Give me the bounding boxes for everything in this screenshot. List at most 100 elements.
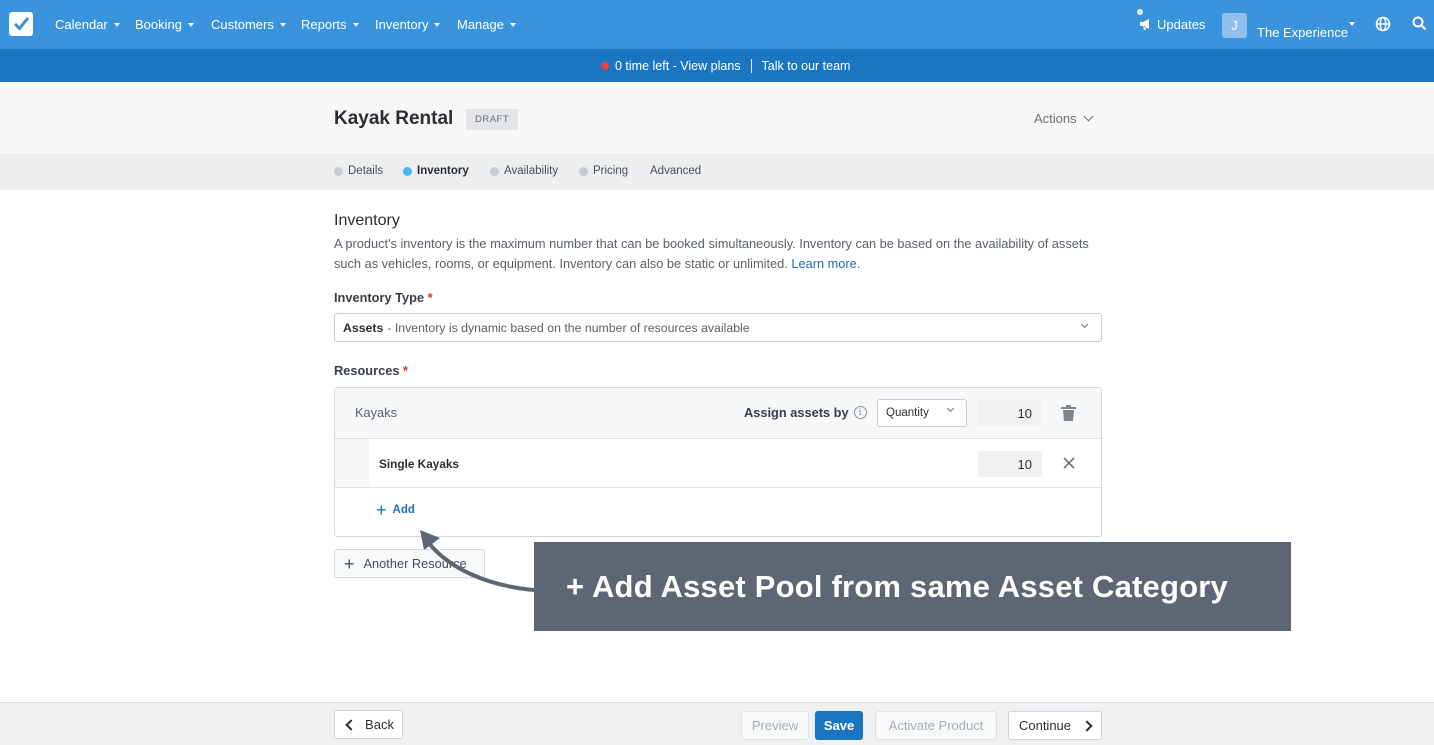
assign-select-value: Quantity [886, 407, 929, 419]
continue-label: Continue [1018, 718, 1072, 733]
section-description: A product's inventory is the maximum num… [334, 236, 1089, 271]
plus-icon: + [344, 553, 355, 574]
sub-resource-name: Single Kayaks [379, 457, 459, 471]
select-value-rest: - Inventory is dynamic based on the numb… [387, 320, 750, 335]
resource-name: Kayaks [355, 405, 397, 420]
avatar[interactable]: J [1222, 13, 1247, 38]
nav-label: Customers [211, 17, 274, 32]
tab-label: Pricing [593, 165, 629, 177]
status-badge: DRAFT [466, 109, 519, 130]
nav-calendar[interactable]: Calendar [55, 17, 120, 32]
tab-label: Inventory [417, 165, 469, 177]
inventory-type-label: Inventory Type * [334, 290, 433, 305]
info-icon[interactable]: i [853, 406, 867, 419]
label-text: Inventory Type [334, 290, 425, 305]
nav-label: Inventory [375, 17, 429, 32]
nav-manage[interactable]: Manage [457, 17, 516, 32]
total-quantity-input[interactable]: 10 [978, 400, 1042, 426]
step-status-dot-icon [403, 166, 412, 176]
actions-dropdown[interactable]: Actions [1034, 111, 1094, 126]
account-caret-down-icon[interactable] [1349, 22, 1355, 26]
activate-product-button[interactable]: Activate Product [875, 711, 997, 740]
back-button[interactable]: Back [334, 710, 403, 739]
nav-customers[interactable]: Customers [211, 17, 286, 32]
actions-label: Actions [1034, 111, 1077, 126]
caret-down-icon [113, 22, 120, 27]
plus-icon: + [376, 500, 387, 520]
caret-down-icon [434, 22, 441, 27]
add-label: Add [392, 504, 415, 516]
nav-label: Manage [457, 17, 504, 32]
talk-to-team-link[interactable]: Talk to our team [762, 59, 851, 73]
list-item: Single Kayaks 10 [335, 439, 1101, 488]
select-value-strong: Assets [343, 320, 384, 335]
updates-notification-dot [1137, 9, 1143, 15]
annotation-callout: + Add Asset Pool from same Asset Categor… [534, 542, 1291, 631]
trash-icon[interactable] [1060, 404, 1077, 422]
chevron-down-icon [1080, 320, 1089, 329]
divider [750, 59, 752, 73]
step-status-dot-icon [490, 166, 499, 176]
alert-dot-icon [601, 62, 609, 70]
tab-label: Availability [504, 165, 559, 177]
nav-inventory[interactable]: Inventory [375, 17, 441, 32]
app-logo-checkmark-icon[interactable] [9, 12, 33, 36]
section-title: Inventory [334, 212, 400, 229]
updates-label: Updates [1157, 17, 1206, 32]
assign-by-select[interactable]: Quantity [877, 399, 967, 427]
product-header: Kayak Rental DRAFT Actions [0, 82, 1434, 154]
updates-button[interactable]: Updates [1139, 17, 1205, 32]
chevron-down-icon [1083, 111, 1094, 122]
add-button[interactable]: + Add [376, 500, 415, 520]
chevron-right-icon [1081, 719, 1093, 732]
globe-icon[interactable] [1375, 16, 1391, 32]
tab-pricing[interactable]: Pricing [579, 165, 628, 177]
caret-down-icon [352, 22, 359, 27]
required-mark: * [403, 363, 408, 378]
megaphone-icon [1140, 19, 1149, 30]
chevron-left-icon [345, 718, 357, 731]
chevron-down-icon [946, 404, 955, 413]
back-label: Back [365, 717, 394, 732]
caret-down-icon [509, 22, 516, 27]
top-navbar: Calendar Booking Customers Reports Inven… [0, 0, 1434, 49]
nav-label: Calendar [55, 17, 108, 32]
footer-bar: Back Preview Save Activate Product Conti… [0, 702, 1434, 745]
nav-label: Booking [135, 17, 182, 32]
required-mark: * [427, 290, 433, 305]
product-tabs: Details Inventory Availability Pricing A… [0, 154, 1434, 190]
assign-label-text: Assign assets by [744, 405, 849, 420]
tab-advanced[interactable]: Advanced [650, 165, 701, 177]
nav-reports[interactable]: Reports [301, 17, 359, 32]
nav-booking[interactable]: Booking [135, 17, 194, 32]
account-name[interactable]: The Experience [1257, 25, 1348, 40]
caret-down-icon [187, 22, 194, 27]
caret-down-icon [279, 22, 286, 27]
save-button[interactable]: Save [815, 711, 863, 740]
view-plans-link[interactable]: 0 time left - View plans [615, 59, 741, 73]
inventory-type-select[interactable]: Assets - Inventory is dynamic based on t… [334, 313, 1102, 342]
assign-assets-label: Assign assets by i [744, 405, 867, 420]
resource-card: Kayaks Assign assets by i Quantity 10 Si… [334, 387, 1102, 537]
annotation-arrow-icon [420, 530, 535, 592]
resources-label: Resources * [334, 363, 408, 378]
page-title: Kayak Rental [334, 108, 454, 129]
sub-quantity-input[interactable]: 10 [978, 451, 1042, 477]
learn-more-link[interactable]: Learn more [791, 256, 856, 271]
preview-button[interactable]: Preview [741, 711, 809, 740]
step-status-dot-icon [334, 166, 343, 176]
tab-label: Advanced [650, 165, 702, 177]
step-status-dot-icon [579, 166, 588, 176]
close-icon[interactable] [1063, 457, 1075, 469]
tab-inventory[interactable]: Inventory [403, 165, 469, 177]
label-text: Resources [334, 363, 400, 378]
plans-banner: 0 time left - View plans Talk to our tea… [0, 49, 1434, 82]
tab-details[interactable]: Details [334, 165, 383, 177]
resource-header: Kayaks Assign assets by i Quantity 10 [335, 388, 1101, 439]
tab-label: Details [348, 165, 384, 177]
tab-availability[interactable]: Availability [490, 165, 558, 177]
search-icon[interactable] [1412, 16, 1427, 31]
description-text: A product's inventory is the maximum num… [334, 236, 1089, 271]
indent-gutter [335, 439, 369, 487]
continue-button[interactable]: Continue [1008, 711, 1102, 740]
